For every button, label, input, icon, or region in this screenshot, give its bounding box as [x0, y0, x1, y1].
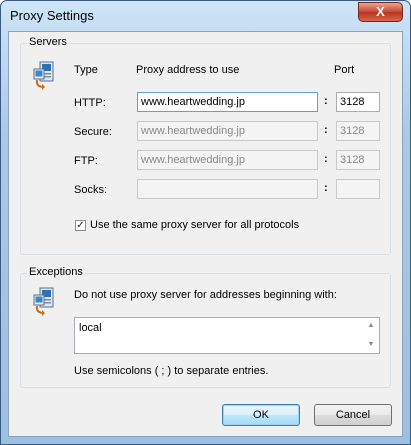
socks-address-input[interactable] — [137, 179, 318, 199]
secure-label: Secure: — [74, 126, 112, 138]
title-bar[interactable]: Proxy Settings X — [1, 1, 410, 31]
scroll-down-icon[interactable]: ▼ — [364, 338, 378, 352]
address-column-header: Proxy address to use — [136, 64, 240, 76]
servers-group: Servers Type Proxy address to use Port H… — [20, 36, 391, 255]
ftp-port-input[interactable]: 3128 — [336, 150, 380, 170]
same-proxy-label[interactable]: Use the same proxy server for all protoc… — [90, 219, 299, 231]
ftp-address-input[interactable]: www.heartwedding.jp — [137, 150, 318, 170]
ok-button[interactable]: OK — [222, 404, 300, 426]
scroll-up-icon[interactable]: ▲ — [364, 319, 378, 333]
secure-port-separator: : — [324, 124, 328, 136]
port-column-header: Port — [334, 64, 355, 76]
cancel-button[interactable]: Cancel — [314, 404, 392, 426]
window-title: Proxy Settings — [10, 8, 94, 23]
exceptions-textarea[interactable]: local ▲ ▼ — [74, 317, 380, 354]
same-proxy-checkbox[interactable]: ✓ — [75, 220, 86, 231]
type-column-header: Type — [74, 64, 98, 76]
ftp-port-separator: : — [324, 153, 328, 165]
secure-address-input[interactable]: www.heartwedding.jp — [137, 121, 318, 141]
dialog-client-area: Servers Type Proxy address to use Port H… — [8, 31, 403, 437]
checkmark-icon: ✓ — [76, 220, 85, 231]
exceptions-value: local — [79, 322, 102, 334]
socks-port-separator: : — [324, 182, 328, 194]
socks-label: Socks: — [74, 184, 108, 196]
ftp-label: FTP: — [74, 155, 98, 167]
network-computer-icon — [33, 287, 54, 316]
close-icon: X — [376, 4, 385, 19]
exceptions-group-label: Exceptions — [27, 266, 85, 278]
exceptions-description: Do not use proxy server for addresses be… — [74, 289, 337, 301]
secure-port-input[interactable]: 3128 — [336, 121, 380, 141]
proxy-settings-window: Proxy Settings X Servers Type Proxy addr… — [0, 0, 411, 445]
servers-group-label: Servers — [27, 36, 69, 48]
http-port-separator: : — [324, 95, 328, 107]
http-label: HTTP: — [74, 97, 106, 109]
socks-port-input[interactable] — [336, 179, 380, 199]
exceptions-group: Exceptions Do not use proxy server for a… — [20, 266, 391, 388]
network-computer-icon — [33, 61, 54, 90]
http-port-input[interactable]: 3128 — [336, 92, 380, 112]
http-address-input[interactable]: www.heartwedding.jp — [137, 92, 318, 112]
exceptions-hint: Use semicolons ( ; ) to separate entries… — [74, 365, 269, 377]
close-button[interactable]: X — [358, 2, 403, 22]
